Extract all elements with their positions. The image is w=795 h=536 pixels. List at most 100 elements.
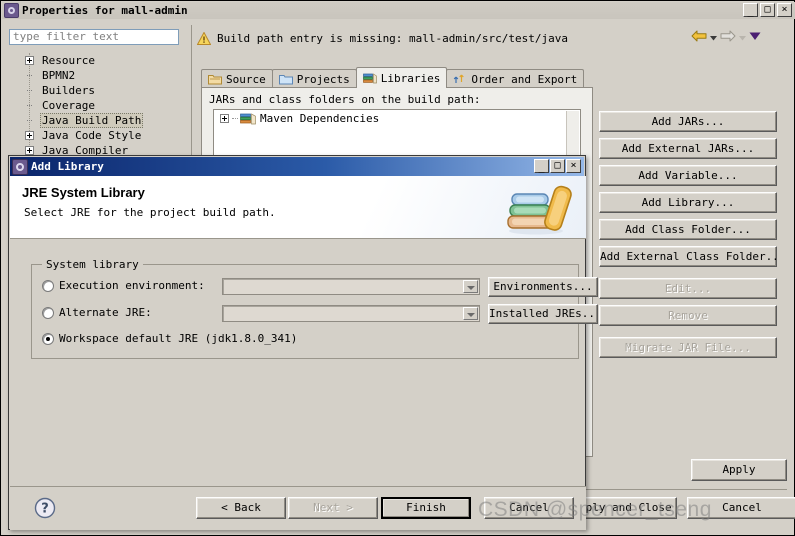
build-path-tabs[interactable]: Source Projects Libraries Order and Expo… <box>201 67 585 88</box>
properties-cancel-button[interactable]: Cancel <box>687 497 795 519</box>
maximize-button[interactable]: □ <box>760 3 775 17</box>
tree-dash-icon <box>27 105 32 107</box>
menu-triangle-icon[interactable] <box>749 31 761 41</box>
add-library-button[interactable]: Add Library... <box>599 192 777 213</box>
tab-order-and-export[interactable]: Order and Export <box>446 69 585 88</box>
screen-root: Properties for mall-admin _ □ × type fil… <box>0 0 795 536</box>
tree-item-label: Builders <box>42 84 95 97</box>
environments-button[interactable]: Environments... <box>488 277 598 297</box>
alternate-jre-radio[interactable] <box>42 306 54 319</box>
order-export-icon <box>453 73 467 85</box>
tree-item-label: Java Code Style <box>42 129 142 142</box>
properties-window-controls: _ □ × <box>743 3 792 17</box>
properties-window-title: Properties for mall-admin <box>22 4 188 17</box>
chevron-down-icon[interactable] <box>463 307 478 320</box>
tab-source[interactable]: Source <box>201 69 273 88</box>
migrate-jar-file-button: Migrate JAR File... <box>599 337 777 358</box>
tree-item-java-build-path[interactable]: Java Build Path <box>9 113 187 128</box>
properties-titlebar: Properties for mall-admin _ □ × <box>2 2 795 19</box>
tab-label: Libraries <box>380 71 441 85</box>
tree-item-builders[interactable]: Builders <box>9 83 187 98</box>
chevron-down-icon[interactable] <box>463 280 478 293</box>
maximize-button[interactable]: □ <box>550 159 565 173</box>
filter-input[interactable]: type filter text <box>9 29 179 45</box>
navigation-controls <box>691 29 761 43</box>
alternate-jre-label: Alternate JRE: <box>59 306 152 319</box>
books-stack-icon <box>502 182 576 236</box>
tab-label: Projects <box>296 72 350 86</box>
execution-environment-combo[interactable] <box>222 278 480 295</box>
gear-icon <box>12 158 28 175</box>
tab-label: Order and Export <box>471 72 578 86</box>
help-question-icon[interactable]: ? <box>34 497 56 519</box>
tree-item-label: Coverage <box>42 99 95 112</box>
expand-icon[interactable] <box>220 113 229 123</box>
alternate-jre-combo[interactable] <box>222 305 480 322</box>
next-button: Next > <box>288 497 378 519</box>
add-library-window-controls: _ □ × <box>534 159 581 173</box>
build-path-warning: Build path entry is missing: mall-admin/… <box>197 27 677 49</box>
workspace-default-jre-radio[interactable] <box>42 332 54 345</box>
svg-text:?: ? <box>41 502 49 517</box>
tree-dash-icon <box>27 75 32 77</box>
tree-item-label: BPMN2 <box>42 69 76 82</box>
group-title: System library <box>42 258 143 271</box>
execution-environment-label: Execution environment: <box>59 279 205 292</box>
tab-label: Source <box>226 72 266 86</box>
page-subtitle: Select JRE for the project build path. <box>24 206 276 219</box>
expand-icon[interactable] <box>25 146 34 155</box>
execution-environment-row[interactable]: Execution environment: <box>42 279 205 292</box>
tree-dash-icon <box>27 120 32 122</box>
libraries-action-buttons: Add JARs... Add External JARs... Add Var… <box>599 111 777 364</box>
tab-projects[interactable]: Projects <box>271 69 357 88</box>
finish-button[interactable]: Finish <box>381 497 471 519</box>
tab-libraries[interactable]: Libraries <box>355 67 448 88</box>
alternate-jre-row[interactable]: Alternate JRE: <box>42 306 152 319</box>
add-library-title: Add Library <box>31 160 104 173</box>
tree-item-resource[interactable]: Resource <box>9 53 187 68</box>
add-library-cancel-button[interactable]: Cancel <box>484 497 574 519</box>
workspace-default-jre-label: Workspace default JRE (jdk1.8.0_341) <box>59 332 298 345</box>
installed-jres-button[interactable]: Installed JREs... <box>488 304 598 324</box>
expand-icon[interactable] <box>25 56 34 65</box>
source-folder-icon <box>208 73 222 85</box>
warning-text: Build path entry is missing: mall-admin/… <box>217 31 568 45</box>
gear-icon <box>4 3 19 18</box>
close-button[interactable]: × <box>777 3 792 17</box>
add-external-class-folder-button[interactable]: Add External Class Folder... <box>599 246 777 267</box>
libraries-books-icon <box>362 72 377 84</box>
add-variable-button[interactable]: Add Variable... <box>599 165 777 186</box>
forward-arrow-icon[interactable] <box>720 29 736 43</box>
back-button[interactable]: < Back <box>196 497 286 519</box>
back-dropdown-icon[interactable] <box>709 32 718 41</box>
system-library-group: System library Execution environment: En… <box>31 258 598 359</box>
add-class-folder-button[interactable]: Add Class Folder... <box>599 219 777 240</box>
properties-tree[interactable]: Resource BPMN2 Builders Coverage Java Bu… <box>9 53 187 159</box>
execution-environment-radio[interactable] <box>42 279 54 292</box>
tree-item-coverage[interactable]: Coverage <box>9 98 187 113</box>
properties-footer-buttons: Apply and Close Cancel <box>567 497 795 519</box>
tree-dash-icon <box>27 90 32 92</box>
add-jars-button[interactable]: Add JARs... <box>599 111 777 132</box>
libraries-books-icon <box>240 112 256 125</box>
forward-dropdown-icon[interactable] <box>738 32 747 41</box>
warning-triangle-icon <box>197 31 211 45</box>
workspace-default-jre-row[interactable]: Workspace default JRE (jdk1.8.0_341) <box>42 332 297 345</box>
remove-button: Remove <box>599 305 777 326</box>
tree-item-label: Resource <box>42 54 95 67</box>
add-library-titlebar: Add Library _ □ × <box>10 157 584 176</box>
expand-icon[interactable] <box>25 131 34 140</box>
minimize-button[interactable]: _ <box>534 159 549 173</box>
edit-button: Edit... <box>599 278 777 299</box>
add-external-jars-button[interactable]: Add External JARs... <box>599 138 777 159</box>
apply-button[interactable]: Apply <box>691 459 787 481</box>
back-arrow-icon[interactable] <box>691 29 707 43</box>
add-library-header: JRE System Library Select JRE for the pr… <box>10 176 586 239</box>
minimize-button[interactable]: _ <box>743 3 758 17</box>
list-item[interactable]: Maven Dependencies <box>214 110 580 126</box>
libraries-description: JARs and class folders on the build path… <box>209 93 481 106</box>
tree-item-java-code-style[interactable]: Java Code Style <box>9 128 187 143</box>
add-library-footer: ? < Back Next > Finish Cancel <box>10 487 586 530</box>
close-button[interactable]: × <box>566 159 581 173</box>
tree-item-bpmn2[interactable]: BPMN2 <box>9 68 187 83</box>
